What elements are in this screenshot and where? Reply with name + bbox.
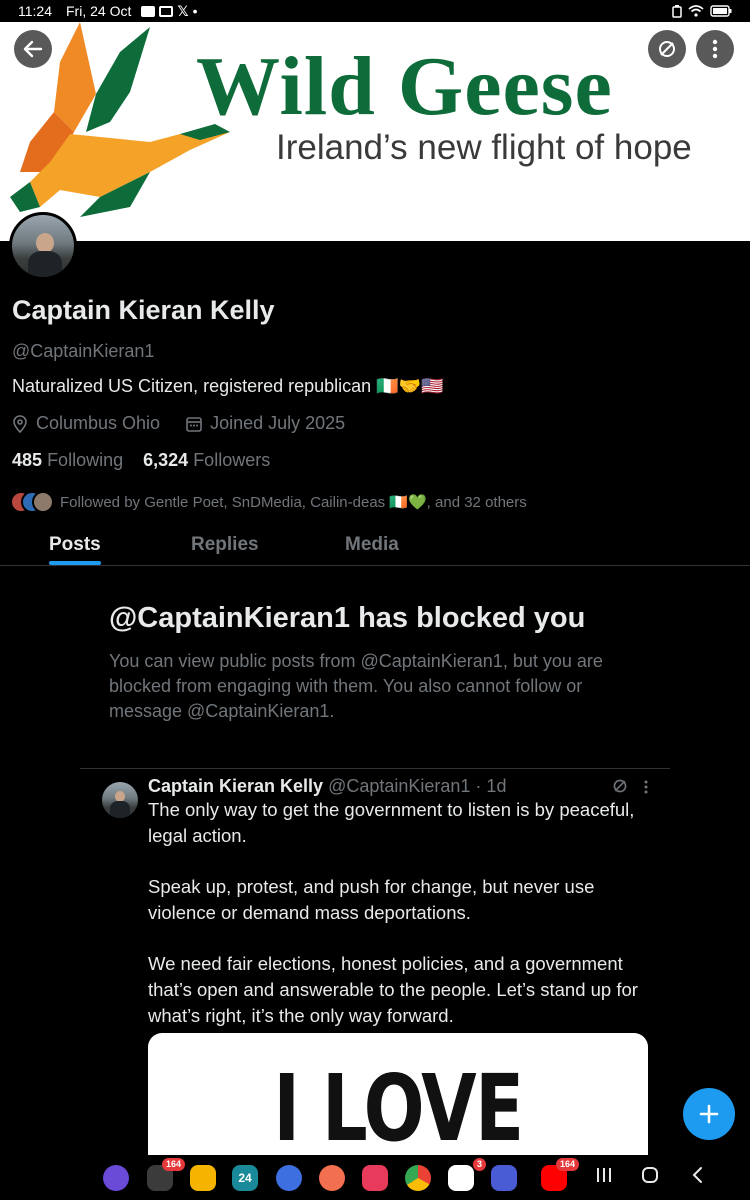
active-tab-indicator xyxy=(49,561,101,565)
post-text[interactable]: The only way to get the government to li… xyxy=(148,797,648,1054)
post-image[interactable]: I LOVE xyxy=(148,1033,648,1163)
post-author-name[interactable]: Captain Kieran Kelly xyxy=(148,776,323,796)
app-icon-apps-grid[interactable] xyxy=(491,1165,517,1191)
post-image-text: I LOVE xyxy=(273,1055,524,1162)
followed-by-row[interactable]: Followed by Gentle Poet, SnDMedia, Caili… xyxy=(10,491,527,513)
app-icon-multi[interactable]: 164 xyxy=(147,1158,185,1191)
profile-banner[interactable]: Wild Geese Ireland’s new flight of hope xyxy=(0,22,750,241)
profile-handle: @CaptainKieran1 xyxy=(12,341,155,361)
profile-meta: Columbus Ohio Joined July 2025 xyxy=(12,413,345,434)
location-pin-icon xyxy=(13,414,27,433)
app-icon-files[interactable] xyxy=(190,1165,216,1191)
post-paragraph: We need fair elections, honest policies,… xyxy=(148,953,638,1026)
following-label: Following xyxy=(47,450,124,470)
battery-icon xyxy=(710,5,732,17)
follow-counts: 485 Following 6,324 Followers xyxy=(12,450,270,471)
calendar-icon xyxy=(186,416,202,432)
followers-count: 6,324 xyxy=(143,450,189,470)
arrow-left-icon xyxy=(23,40,43,58)
app-badge: 164 xyxy=(555,1158,579,1171)
wifi-icon xyxy=(688,5,704,17)
post-paragraph: The only way to get the government to li… xyxy=(148,799,635,846)
followers-label: Followers xyxy=(193,450,271,470)
tab-replies[interactable]: Replies xyxy=(191,534,259,556)
notification-icons: 𝕏 • xyxy=(141,2,198,20)
more-vertical-icon xyxy=(644,780,648,794)
status-bar: 11:24 Fri, 24 Oct 𝕏 • xyxy=(0,0,750,22)
youtube-notification-icon xyxy=(141,5,156,17)
calendar-day: 24 xyxy=(238,1171,252,1185)
x-notification-icon: 𝕏 xyxy=(177,2,189,19)
app-badge: 3 xyxy=(472,1158,486,1171)
status-time: 11:24 xyxy=(18,3,52,19)
more-vertical-icon xyxy=(712,39,718,59)
profile-name: Captain Kieran Kelly xyxy=(12,295,275,325)
app-icon-messages[interactable] xyxy=(276,1165,302,1191)
app-badge: 164 xyxy=(161,1158,185,1171)
home-button[interactable] xyxy=(641,1166,659,1189)
blocked-title: @CaptainKieran1 has blocked you xyxy=(109,602,586,634)
post-divider xyxy=(80,768,670,769)
grok-icon xyxy=(613,779,627,793)
followers-link[interactable]: 6,324 Followers xyxy=(143,450,270,470)
system-back-button[interactable] xyxy=(691,1166,703,1189)
recents-icon xyxy=(597,1168,611,1182)
post-grok-button[interactable] xyxy=(612,778,628,799)
post-handle-time: @CaptainKieran1 · 1d xyxy=(328,776,507,796)
profile-bio: Naturalized US Citizen, registered repub… xyxy=(12,376,444,396)
profile-avatar[interactable] xyxy=(9,212,77,280)
app-icon-contacts[interactable] xyxy=(319,1165,345,1191)
post-avatar[interactable] xyxy=(102,782,138,818)
gmail-notification-icon xyxy=(159,5,174,17)
grok-icon xyxy=(659,41,675,57)
system-icons xyxy=(672,4,732,18)
chevron-left-icon xyxy=(692,1167,702,1183)
followed-by-avatars xyxy=(10,491,54,513)
app-icon-chrome[interactable] xyxy=(405,1165,431,1191)
battery-saver-icon xyxy=(672,4,682,18)
more-notifications-icon: • xyxy=(192,3,198,19)
app-icon-gmail[interactable]: 3 xyxy=(448,1158,486,1191)
profile-tabs: Posts Replies Media xyxy=(0,530,750,566)
following-count: 485 xyxy=(12,450,43,470)
app-icon-internet[interactable] xyxy=(103,1165,129,1191)
compose-post-button[interactable] xyxy=(683,1088,735,1140)
post-paragraph: Speak up, protest, and push for change, … xyxy=(148,876,595,923)
tab-media[interactable]: Media xyxy=(345,534,399,556)
banner-subtitle: Ireland’s new flight of hope xyxy=(276,128,692,167)
followed-by-text: Followed by Gentle Poet, SnDMedia, Caili… xyxy=(60,494,527,511)
tab-posts[interactable]: Posts xyxy=(49,534,101,556)
grok-button[interactable] xyxy=(648,30,686,68)
recent-apps-button[interactable] xyxy=(596,1166,612,1189)
banner-title: Wild Geese xyxy=(196,40,613,133)
following-link[interactable]: 485 Following xyxy=(12,450,123,470)
profile-location: Columbus Ohio xyxy=(36,413,161,433)
back-button[interactable] xyxy=(14,30,52,68)
blocked-description: You can view public posts from @CaptainK… xyxy=(109,651,603,721)
app-icon-youtube[interactable]: 164 xyxy=(541,1158,579,1191)
app-icon-camera[interactable] xyxy=(362,1165,388,1191)
status-date: Fri, 24 Oct xyxy=(66,3,132,19)
more-options-button[interactable] xyxy=(696,30,734,68)
post-header: Captain Kieran Kelly @CaptainKieran1 · 1… xyxy=(148,776,506,797)
plus-icon xyxy=(699,1104,719,1124)
home-icon xyxy=(642,1167,658,1183)
profile-joined-date: Joined July 2025 xyxy=(210,413,346,433)
app-icon-calendar[interactable]: 24 xyxy=(232,1165,258,1191)
